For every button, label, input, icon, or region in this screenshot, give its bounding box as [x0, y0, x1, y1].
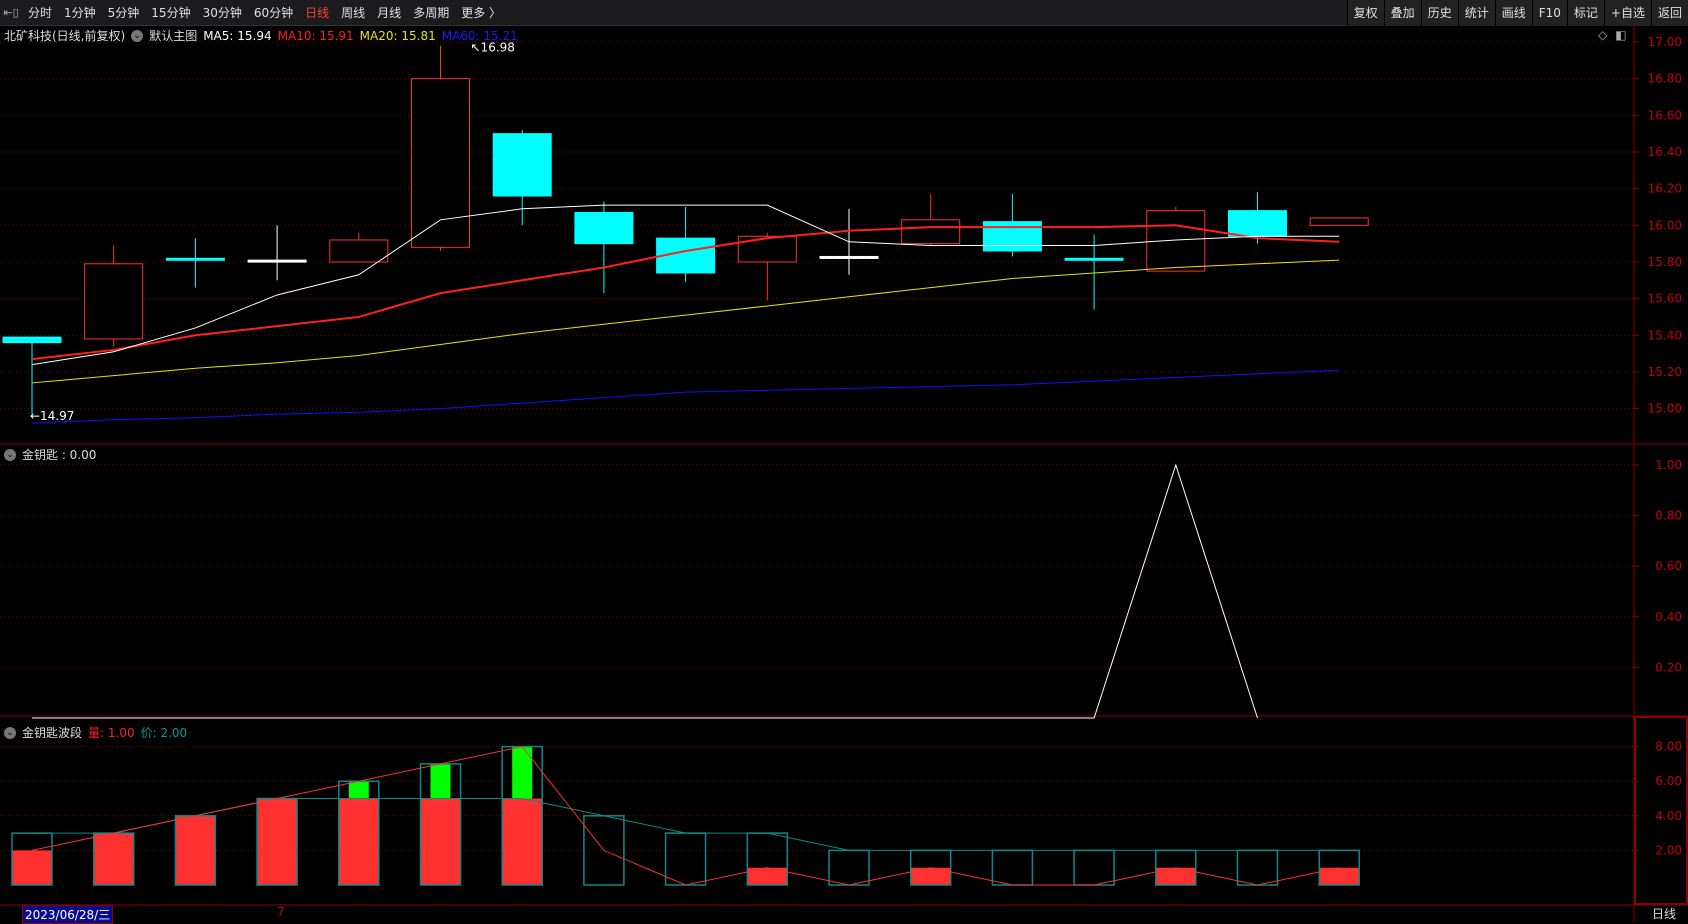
ma60-line — [31, 369, 1340, 424]
price-axis-label: 16.80 — [1648, 72, 1682, 86]
band-red-bar — [502, 798, 543, 885]
panel2-header: ⌄ 金钥匙 : 0.00 — [4, 446, 96, 463]
ma60-label: MA60: 15.21 — [441, 28, 518, 43]
candle-body — [2, 336, 62, 344]
candle-body — [1228, 210, 1287, 237]
candle-body — [411, 78, 470, 248]
low-price-label: ←14.97 — [30, 409, 74, 423]
band-axis-label: 2.00 — [1655, 843, 1682, 857]
key-axis-label: 0.20 — [1655, 660, 1682, 674]
price-axis-label: 17.00 — [1648, 35, 1682, 49]
candle-body — [247, 259, 307, 263]
band-teal-line — [32, 798, 1340, 851]
date-axis: 2023/06/28/三 7 日线 — [0, 905, 1688, 924]
chevron-down-icon[interactable]: ⌄ — [4, 726, 16, 739]
vol-label: 量: 1.00 — [88, 726, 135, 740]
price-axis-label: 16.00 — [1648, 218, 1682, 232]
price-axis-label: 15.80 — [1648, 255, 1682, 269]
diamond-icon[interactable]: ◇ — [1598, 28, 1607, 42]
price-axis-label: 16.60 — [1648, 108, 1682, 122]
main-chart-header: 北矿科技(日线,前复权) ⌄ 默认主图 MA5: 15.94 MA10: 15.… — [4, 27, 518, 44]
price-axis-label: 15.60 — [1648, 292, 1682, 306]
candle-body — [1064, 257, 1124, 261]
panel-icons: ◇ ◧ — [1598, 28, 1627, 42]
band-axis-label: 4.00 — [1655, 809, 1682, 823]
key-axis-label: 0.80 — [1655, 509, 1682, 523]
chart-canvas[interactable]: 17.00 16.80 16.60 16.40 16.20 16.00 15.80 15.60… — [0, 0, 1688, 922]
band-axis-label: 6.00 — [1655, 774, 1682, 788]
panel3-header: ⌄ 金钥匙波段 量: 1.00 价: 2.00 — [4, 724, 187, 741]
candle-body — [901, 219, 961, 245]
candle-body — [819, 255, 879, 259]
band-red-bar — [257, 798, 298, 885]
ma20-label: MA20: 15.81 — [359, 28, 436, 43]
price-axis-label: 15.00 — [1648, 402, 1682, 416]
panel3-title: 金钥匙波段 — [22, 726, 83, 740]
price-axis-label: 15.40 — [1648, 328, 1682, 342]
candle-body — [329, 239, 389, 263]
stock-title: 北矿科技(日线,前复权) — [4, 29, 126, 43]
price-axis-label: 16.20 — [1648, 182, 1682, 196]
band-box — [664, 832, 707, 886]
month-tick: 7 — [277, 905, 285, 919]
template-name[interactable]: 默认主图 — [149, 27, 197, 44]
candle-body — [574, 211, 634, 245]
band-red-bar — [12, 850, 52, 885]
chevron-down-icon[interactable]: ⌄ — [4, 448, 16, 461]
band-axis-label: 8.00 — [1655, 740, 1682, 754]
panel-toggle-icon[interactable]: ◧ — [1615, 28, 1626, 42]
key-axis-label: 0.40 — [1655, 610, 1682, 624]
key-axis-label: 1.00 — [1655, 458, 1682, 472]
band-green-bar — [348, 781, 369, 799]
candle-body — [492, 133, 552, 197]
period-label: 日线 — [1652, 907, 1677, 921]
band-box — [828, 849, 870, 886]
candle-body — [84, 263, 144, 340]
band-box — [1236, 849, 1279, 886]
price-axis-label: 16.40 — [1648, 145, 1682, 159]
candle-body — [737, 235, 797, 263]
key-axis-label: 0.60 — [1655, 559, 1682, 573]
price-axis-label: 15.20 — [1648, 365, 1682, 379]
candle-body — [165, 257, 225, 261]
candle-body — [982, 221, 1042, 252]
band-box — [991, 849, 1034, 886]
candle-body — [1309, 217, 1369, 226]
chevron-down-icon[interactable]: ⌄ — [131, 29, 144, 42]
panel2-title: 金钥匙 : 0.00 — [22, 448, 97, 462]
band-red-bar — [93, 833, 134, 885]
band-green-bar — [430, 763, 451, 799]
band-red-bar — [338, 798, 379, 885]
band-red-bar — [175, 815, 216, 885]
band-green-bar — [512, 746, 533, 799]
band-red-bar — [420, 798, 461, 885]
key-line — [32, 463, 1258, 719]
ma5-label: MA5: 15.94 — [203, 28, 272, 43]
ma10-label: MA10: 15.91 — [277, 28, 354, 43]
band-box — [1073, 849, 1115, 886]
price-label: 价: 2.00 — [140, 726, 188, 740]
cursor-date: 2023/06/28/三 — [22, 905, 114, 924]
